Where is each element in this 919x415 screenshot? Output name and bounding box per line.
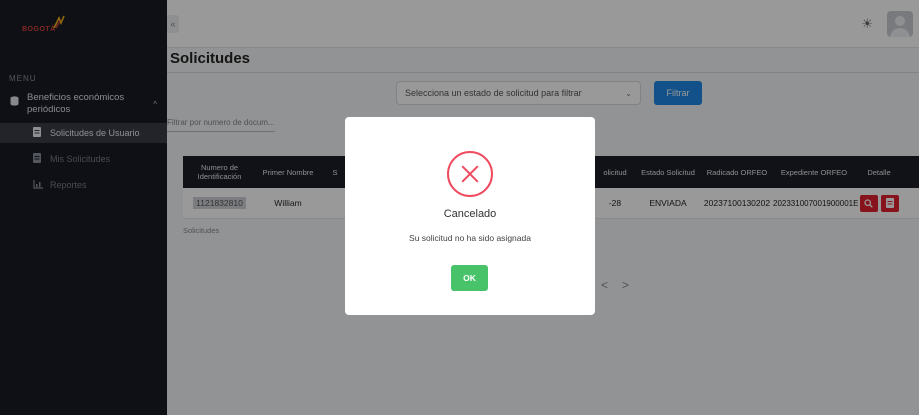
modal-title: Cancelado	[443, 208, 497, 220]
alert-modal: Cancelado Su solicitud no ha sido asigna…	[345, 117, 595, 315]
error-x-icon	[447, 151, 493, 197]
ok-button[interactable]: OK	[451, 265, 488, 291]
modal-message: Su solicitud no ha sido asignada	[409, 233, 531, 243]
